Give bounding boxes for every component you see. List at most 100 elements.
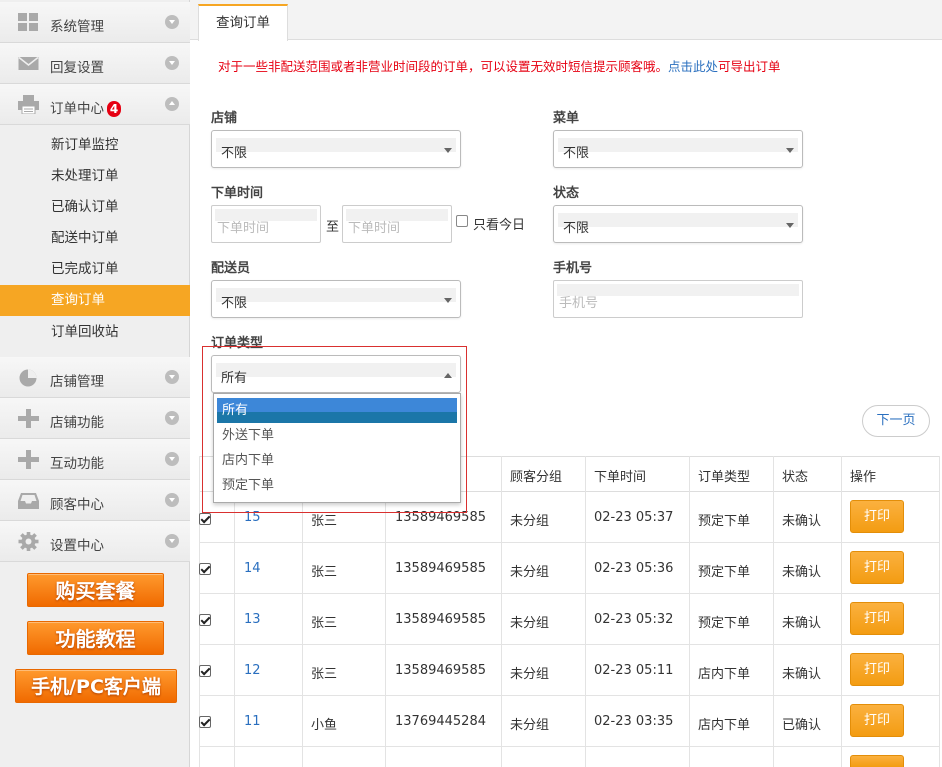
client-download-button[interactable]: 手机/PC客户端	[15, 669, 177, 703]
order-status: 已确认	[782, 718, 822, 733]
column-header-order-time: 下单时间	[594, 470, 647, 485]
sidebar-item-store-functions[interactable]: 店铺功能	[0, 398, 190, 439]
column-header-group: 顾客分组	[510, 470, 563, 485]
submenu-completed-orders[interactable]: 已完成订单	[0, 254, 190, 285]
today-only-checkbox[interactable]	[456, 215, 468, 227]
order-id-link[interactable]: 13	[244, 612, 261, 627]
customer-name: 张三	[311, 667, 338, 682]
row-select-checkbox[interactable]	[199, 665, 211, 677]
submenu-query-orders[interactable]: 查询订单	[0, 285, 190, 316]
order-type: 店内下单	[698, 667, 751, 682]
sidebar-item-orders[interactable]: 订单中心 4	[0, 84, 190, 125]
sidebar-item-label: 店铺管理	[50, 374, 104, 390]
order-type: 预定下单	[698, 616, 751, 631]
submenu-unprocessed-orders[interactable]: 未处理订单	[0, 161, 190, 192]
order-id-link[interactable]: 12	[244, 663, 261, 678]
sidebar-item-label: 系统管理	[50, 19, 104, 35]
column-header-actions: 操作	[850, 470, 877, 485]
order-time-end-input[interactable]: 下单时间	[342, 205, 452, 243]
sidebar-item-label: 设置中心	[50, 538, 104, 554]
order-time-start-input[interactable]: 下单时间	[211, 205, 321, 243]
print-button[interactable]: 打印	[850, 500, 904, 533]
table-border	[302, 491, 303, 767]
submenu-new-order-monitor[interactable]: 新订单监控	[0, 130, 190, 161]
notice-text-before: 对于一些非配送范围或者非营业时间段的订单，可以设置无效时短信提示顾客哦。	[218, 59, 669, 74]
order-id-link[interactable]: 14	[244, 561, 261, 576]
sidebar-item-label: 顾客中心	[50, 497, 104, 513]
courier-select[interactable]: 不限	[211, 280, 461, 318]
chevron-down-icon	[165, 15, 179, 29]
sidebar-item-reply[interactable]: 回复设置	[0, 43, 190, 84]
order-status: 未确认	[782, 616, 822, 631]
order-time: 02-23 05:36	[594, 561, 674, 576]
plus-icon	[18, 450, 39, 469]
order-type: 预定下单	[698, 565, 751, 580]
chevron-up-icon	[165, 97, 179, 111]
phone-label: 手机号	[553, 261, 593, 276]
today-only-label: 只看今日	[473, 218, 526, 233]
sidebar-item-label: 店铺功能	[50, 415, 104, 431]
row-select-checkbox[interactable]	[199, 563, 211, 575]
row-select-checkbox[interactable]	[199, 614, 211, 626]
gear-icon	[18, 532, 39, 551]
sidebar-item-settings-center[interactable]: 设置中心	[0, 521, 190, 562]
column-header-status: 状态	[782, 470, 809, 485]
sidebar-item-orders-label: 订单中心	[50, 101, 104, 117]
customer-name: 小鱼	[311, 718, 338, 733]
menu-select-value: 不限	[563, 146, 590, 161]
print-button[interactable]: 打印	[850, 653, 904, 686]
order-time: 02-23 05:11	[594, 663, 674, 678]
caret-down-icon	[444, 298, 452, 303]
sidebar: 系统管理 回复设置 订单中心 4 新订单监控 未处理订单 已确认订单 配送中订单 …	[0, 0, 190, 767]
sidebar-item-label: 回复设置	[50, 60, 104, 76]
sidebar-item-system[interactable]: 系统管理	[0, 2, 190, 43]
order-time-start-placeholder: 下单时间	[217, 221, 270, 236]
customer-group: 未分组	[510, 667, 550, 682]
sidebar-item-interactive-functions[interactable]: 互动功能	[0, 439, 190, 480]
menu-select[interactable]: 不限	[553, 130, 803, 168]
sidebar-item-customer-center[interactable]: 顾客中心	[0, 480, 190, 521]
time-range-separator: 至	[326, 220, 340, 235]
chevron-down-icon	[165, 411, 179, 425]
click-here-link[interactable]: 点击此处	[668, 59, 718, 74]
plus-icon	[18, 409, 39, 428]
submenu-confirmed-orders[interactable]: 已确认订单	[0, 192, 190, 223]
mail-icon	[18, 56, 39, 70]
next-page-button[interactable]: 下一页	[862, 405, 930, 437]
printer-icon	[18, 95, 39, 114]
order-id-link[interactable]: 11	[244, 714, 261, 729]
customer-name: 张三	[311, 565, 338, 580]
table-border	[385, 491, 386, 767]
menu-label: 菜单	[553, 111, 580, 126]
store-select[interactable]: 不限	[211, 130, 461, 168]
print-button[interactable]: 打印	[850, 551, 904, 584]
phone-input[interactable]: 手机号	[553, 280, 803, 318]
sidebar-item-store-management[interactable]: 店铺管理	[0, 357, 190, 398]
status-select[interactable]: 不限	[553, 205, 803, 243]
submenu-order-recycle-bin[interactable]: 订单回收站	[0, 317, 190, 348]
tutorial-button[interactable]: 功能教程	[27, 621, 164, 655]
order-status: 未确认	[782, 565, 822, 580]
row-divider	[199, 593, 940, 594]
row-select-checkbox[interactable]	[199, 716, 211, 728]
order-status: 未确认	[782, 514, 822, 529]
order-status: 未确认	[782, 667, 822, 682]
print-button[interactable]: 打印	[850, 602, 904, 635]
submenu-delivering-orders[interactable]: 配送中订单	[0, 223, 190, 254]
caret-down-icon	[786, 223, 794, 228]
tab-bar: 查询订单	[190, 0, 942, 41]
row-select-checkbox[interactable]	[199, 513, 211, 525]
customer-phone: 13589469585	[395, 612, 486, 627]
buy-package-button[interactable]: 购买套餐	[27, 573, 164, 607]
tab-query-orders[interactable]: 查询订单	[198, 4, 288, 41]
order-count-badge: 4	[107, 101, 121, 117]
chevron-down-icon	[165, 56, 179, 70]
store-select-value: 不限	[221, 146, 248, 161]
table-border	[501, 456, 502, 767]
highlight-frame	[202, 346, 467, 513]
print-button-partial[interactable]	[850, 755, 904, 767]
print-button[interactable]: 打印	[850, 704, 904, 737]
order-type: 店内下单	[698, 718, 751, 733]
courier-select-value: 不限	[221, 296, 248, 311]
table-border	[773, 456, 774, 767]
